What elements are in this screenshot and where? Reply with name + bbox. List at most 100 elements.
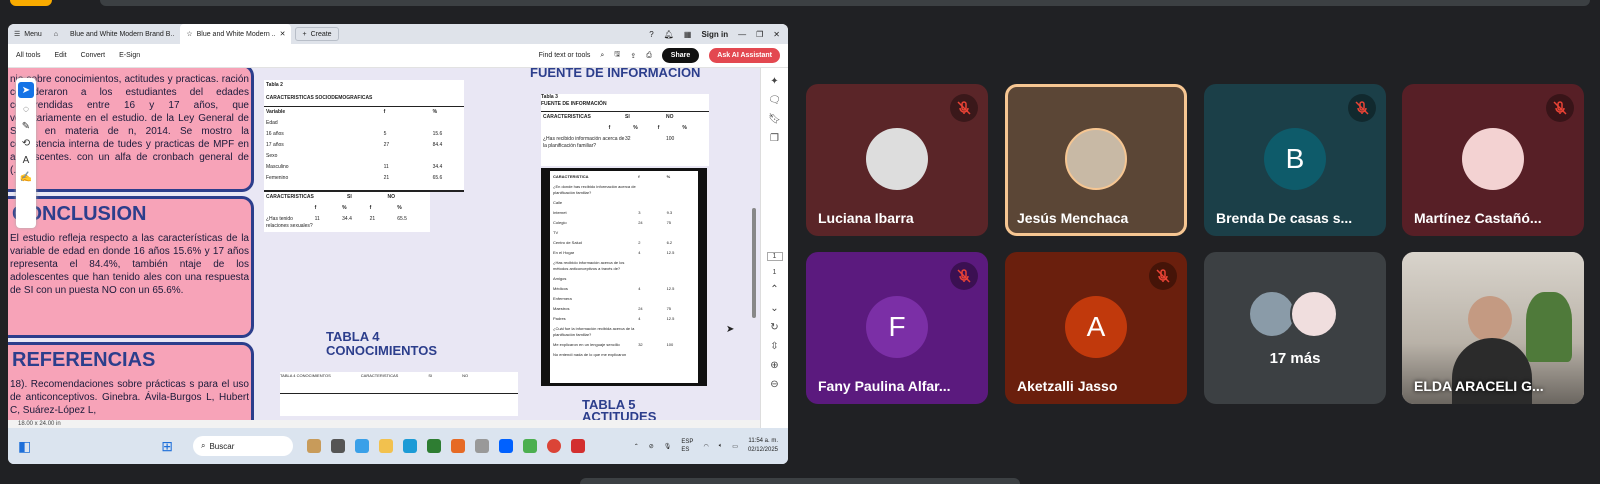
save-icon[interactable]: 🖫︎ — [614, 50, 620, 61]
table-row: Variable f% — [264, 107, 464, 118]
firefox-icon[interactable] — [450, 439, 465, 453]
all-tools-menu[interactable]: All tools — [16, 52, 41, 59]
tab-2[interactable]: ☆ Blue and White Modern .. ✕ — [180, 24, 292, 44]
table-cell: Sexo — [266, 153, 278, 159]
table-cell: % — [666, 174, 671, 179]
lasso-tool-icon[interactable]: ⟲ — [22, 138, 30, 149]
table-cell — [638, 200, 666, 206]
table-cell: Variable — [266, 109, 286, 115]
convert-menu[interactable]: Convert — [81, 52, 106, 59]
bell-icon[interactable]: 🔔︎ — [664, 30, 674, 39]
widgets-icon[interactable]: ◧ — [18, 438, 31, 455]
table-cell: 11 — [314, 216, 320, 222]
table-cell: 34.4 — [432, 164, 443, 170]
share-button[interactable]: Share — [661, 48, 700, 63]
tab-1[interactable]: Blue and White Modern Brand B.. — [64, 24, 180, 44]
app-icon[interactable] — [474, 439, 489, 453]
volume-icon[interactable]: 🔈︎ — [719, 443, 723, 450]
cursor-tool-icon[interactable]: ➤ — [18, 82, 34, 98]
muted-mic-icon — [1348, 94, 1376, 122]
help-icon[interactable]: ? — [649, 30, 653, 39]
app-icon[interactable] — [354, 439, 369, 453]
comment-icon[interactable]: 🗨︎ — [768, 95, 781, 106]
scroll-mode-icon[interactable]: ⇳ — [770, 341, 778, 352]
refresh-icon[interactable]: ↻ — [770, 322, 778, 333]
table-row: ¿En donde has recibido información acerc… — [551, 182, 697, 198]
pages-icon[interactable]: ❐ — [770, 133, 779, 144]
participant-tile[interactable]: B Brenda De casas s... — [1204, 84, 1386, 236]
acrobat-icon[interactable] — [570, 439, 585, 453]
participant-name: ELDA ARACELI G... — [1414, 378, 1544, 394]
participant-tile[interactable]: Jesús Menchaca — [1005, 84, 1187, 236]
clock[interactable]: 11:54 a. m. 02/12/2025 — [748, 437, 778, 455]
app-icon[interactable] — [522, 439, 537, 453]
sign-in-link[interactable]: Sign in — [701, 30, 728, 39]
network-off-icon[interactable]: ⊘ — [649, 443, 654, 450]
conclusion-text: El estudio refleja respecto a las caract… — [10, 233, 249, 296]
close-window-icon[interactable]: ✕ — [773, 30, 780, 39]
upload-icon[interactable]: ⇪ — [630, 52, 636, 60]
muted-mic-icon — [1149, 262, 1177, 290]
participant-tile[interactable]: A Aketzalli Jasso — [1005, 252, 1187, 404]
table-cell: SI — [347, 194, 352, 200]
mic-icon[interactable]: 🎙︎ — [664, 443, 672, 450]
right-tool-rail: ✦ 🗨︎ 🔖︎ ❐ 1 1 ⌃ ⌄ ↻ ⇳ ⊕ ⊖ — [760, 68, 788, 450]
participant-tile[interactable]: 17 más — [1204, 252, 1386, 404]
find-tools[interactable]: Find text or tools — [539, 52, 591, 59]
edge-icon[interactable] — [402, 439, 417, 453]
create-tab-button[interactable]: + Create — [295, 27, 339, 41]
chevron-up-icon[interactable]: ⌃ — [770, 284, 778, 295]
table-row: ¿Has recibido información acerca de la p… — [541, 134, 709, 152]
table-cell: CARACTERISTICAS — [543, 114, 591, 120]
page-number-field[interactable]: 1 — [766, 252, 783, 261]
tabla3: Tabla 3 FUENTE DE INFORMACIÓN CARACTERIS… — [541, 94, 709, 166]
table-cell: 65.6 — [432, 175, 443, 181]
comment-tool-icon[interactable]: ◌ — [23, 104, 29, 115]
zoom-out-icon[interactable]: ⊖ — [770, 379, 778, 390]
participant-tile[interactable]: F Fany Paulina Alfar... — [806, 252, 988, 404]
search-icon[interactable]: ⌕ — [600, 52, 604, 60]
table-cell: 24 — [638, 220, 643, 225]
table-cell — [667, 230, 695, 236]
dropbox-icon[interactable] — [498, 439, 513, 453]
folder-icon[interactable] — [378, 439, 393, 453]
print-icon[interactable]: ⎙ — [646, 52, 652, 60]
participant-tile[interactable]: Martínez Castañó... — [1402, 84, 1584, 236]
zoom-in-icon[interactable]: ⊕ — [770, 360, 778, 371]
edit-menu[interactable]: Edit — [55, 52, 67, 59]
participant-tile[interactable]: ELDA ARACELI G... — [1402, 252, 1584, 404]
text-tool-icon[interactable]: A — [23, 155, 30, 166]
wifi-icon[interactable]: ◠ — [703, 443, 708, 450]
esign-menu[interactable]: E-Sign — [119, 52, 140, 59]
restore-icon[interactable]: ❐ — [756, 30, 763, 39]
minimize-icon[interactable]: — — [738, 30, 746, 39]
chevron-up-icon[interactable]: ⌃ — [634, 443, 639, 450]
app-icon[interactable] — [330, 439, 345, 453]
home-button[interactable]: ⌂ — [48, 24, 64, 44]
chrome-icon[interactable] — [546, 439, 561, 453]
app-icon[interactable] — [306, 439, 321, 453]
table-row: CARACTERISTICA f% — [551, 172, 697, 182]
table-cell: SI — [625, 114, 630, 120]
table-row: Enfermera — [551, 294, 697, 304]
taskbar-search[interactable]: ⌕ Buscar — [192, 436, 293, 456]
table-cell: Enfermera — [553, 296, 572, 301]
document-canvas[interactable]: nio sobre conocimientos, actitudes y pra… — [8, 68, 760, 450]
stamp-tool-icon[interactable]: ✍ — [20, 172, 32, 183]
menu-button[interactable]: ☰ Menu — [8, 24, 48, 44]
close-tab-icon[interactable]: ✕ — [280, 30, 286, 38]
ai-sparkle-icon[interactable]: ✦ — [770, 76, 778, 87]
table-row: f% f% — [541, 123, 709, 134]
pen-tool-icon[interactable]: ✎ — [22, 121, 30, 132]
battery-icon[interactable]: ▭ — [732, 443, 738, 450]
app-icon[interactable] — [426, 439, 441, 453]
bookmark-icon[interactable]: 🔖︎ — [768, 114, 781, 125]
ask-ai-button[interactable]: Ask AI Assistant — [709, 48, 780, 63]
participant-tile[interactable]: Luciana Ibarra — [806, 84, 988, 236]
vertical-scrollbar[interactable] — [752, 208, 756, 318]
chevron-down-icon[interactable]: ⌄ — [770, 303, 778, 314]
language-indicator[interactable]: ESP ES — [681, 438, 693, 454]
left-tool-rail: ➤ ◌ ✎ ⟲ A ✍ — [16, 78, 36, 228]
apps-grid-icon[interactable]: ▦ — [684, 30, 692, 39]
start-icon[interactable]: ⊞ — [161, 438, 173, 455]
